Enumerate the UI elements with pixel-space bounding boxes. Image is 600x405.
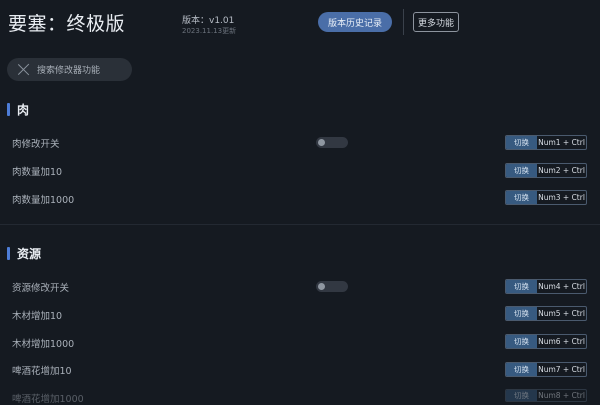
switch-button[interactable]: 切换: [506, 280, 537, 293]
close-icon[interactable]: [17, 63, 30, 76]
row-label: 资源修改开关: [12, 283, 70, 294]
header-divider: [403, 9, 404, 35]
more-features-button[interactable]: 更多功能: [413, 12, 459, 32]
hotkey-value: Num2 + Ctrl: [538, 166, 585, 175]
section-title-resources: 资源: [17, 247, 42, 261]
row-label: 木材增加1000: [12, 339, 75, 350]
toggle-knob: [318, 139, 325, 146]
hotkey-value: Num5 + Ctrl: [538, 309, 585, 318]
row-label: 肉修改开关: [12, 139, 60, 150]
hotkey-binding[interactable]: 切换 Num4 + Ctrl: [505, 279, 587, 294]
hotkey-binding[interactable]: 切换 Num3 + Ctrl: [505, 190, 587, 205]
row-label: 啤酒花增加1000: [12, 394, 84, 405]
row-label: 木材增加10: [12, 311, 63, 322]
hotkey-binding[interactable]: 切换 Num7 + Ctrl: [505, 362, 587, 377]
hotkey-value: Num3 + Ctrl: [538, 193, 585, 202]
hotkey-value: Num6 + Ctrl: [538, 337, 585, 346]
meat-toggle[interactable]: [316, 137, 348, 148]
hotkey-binding[interactable]: 切换 Num5 + Ctrl: [505, 306, 587, 321]
switch-button[interactable]: 切换: [506, 164, 537, 177]
switch-button[interactable]: 切换: [506, 363, 537, 376]
version-label: 版本：v1.01: [182, 16, 235, 26]
switch-button[interactable]: 切换: [506, 307, 537, 320]
switch-button[interactable]: 切换: [506, 136, 537, 149]
hotkey-value: Num7 + Ctrl: [538, 365, 585, 374]
update-date: 2023.11.13更新: [182, 27, 237, 35]
page-title: 要塞：终极版: [8, 13, 126, 35]
hotkey-binding[interactable]: 切换 Num2 + Ctrl: [505, 163, 587, 178]
hotkey-value: Num4 + Ctrl: [538, 282, 585, 291]
row-label: 肉数量加10: [12, 167, 63, 178]
row-label: 肉数量加1000: [12, 195, 75, 206]
switch-button[interactable]: 切换: [506, 335, 537, 348]
hotkey-value: Num1 + Ctrl: [538, 138, 585, 147]
section-title-meat: 肉: [17, 103, 30, 117]
switch-button[interactable]: 切换: [506, 191, 537, 204]
section-divider: [0, 224, 600, 225]
section-accent-bar: [7, 247, 10, 260]
hotkey-binding[interactable]: 切换 Num6 + Ctrl: [505, 334, 587, 349]
section-accent-bar: [7, 103, 10, 116]
hotkey-value: Num8 + Ctrl: [538, 391, 585, 400]
toggle-knob: [318, 283, 325, 290]
search-placeholder: 搜索修改器功能: [37, 66, 101, 76]
row-label: 啤酒花增加10: [12, 366, 72, 377]
search-input[interactable]: 搜索修改器功能: [7, 58, 132, 81]
hotkey-binding[interactable]: 切换 Num1 + Ctrl: [505, 135, 587, 150]
hotkey-binding[interactable]: 切换 Num8 + Ctrl: [505, 389, 587, 402]
resource-toggle[interactable]: [316, 281, 348, 292]
version-history-button[interactable]: 版本历史记录: [318, 12, 392, 32]
switch-button[interactable]: 切换: [506, 390, 537, 401]
